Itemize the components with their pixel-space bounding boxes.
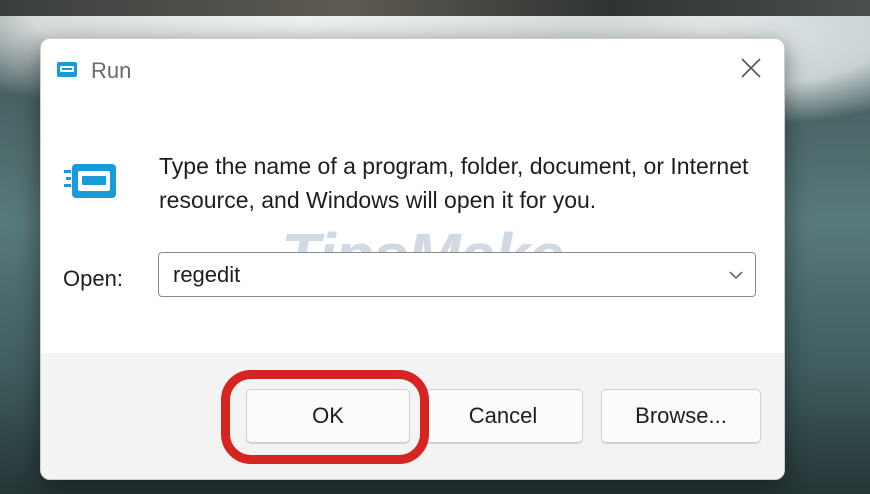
chevron-down-icon — [729, 271, 743, 280]
dialog-description: Type the name of a program, folder, docu… — [159, 153, 749, 213]
title-bar[interactable]: Run — [41, 39, 784, 101]
open-label: Open: — [63, 266, 123, 291]
open-input[interactable] — [159, 253, 699, 296]
close-button[interactable] — [726, 47, 776, 89]
browse-button[interactable]: Browse... — [601, 389, 761, 443]
cancel-button[interactable]: Cancel — [423, 389, 583, 443]
dialog-title: Run — [91, 58, 132, 83]
open-dropdown-button[interactable] — [723, 262, 749, 288]
open-combobox[interactable] — [158, 252, 756, 297]
ok-button[interactable]: OK — [246, 389, 410, 443]
run-icon — [57, 62, 77, 77]
close-icon — [741, 58, 761, 78]
desktop-background — [0, 0, 870, 16]
run-icon — [64, 164, 116, 198]
run-dialog: Run Type the name of a program, folder, … — [40, 38, 785, 480]
